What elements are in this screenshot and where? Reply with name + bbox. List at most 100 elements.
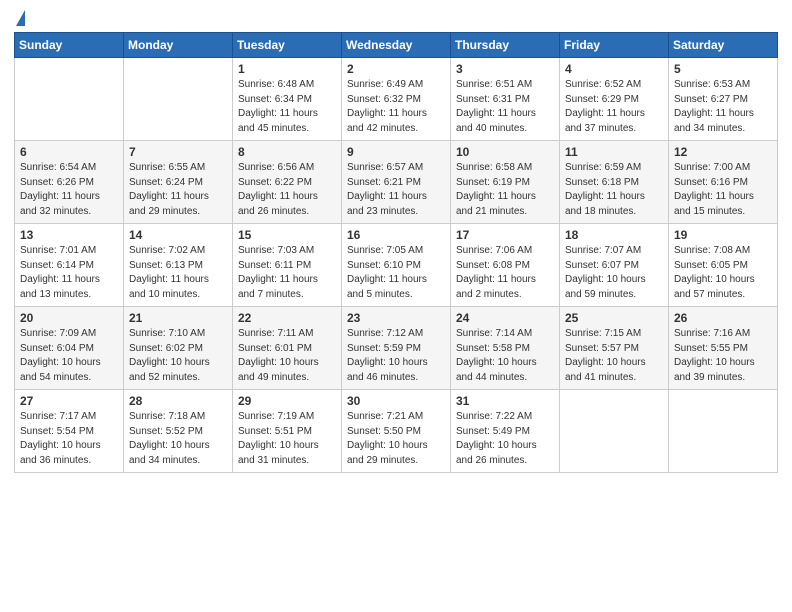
day-number: 29 [238,394,336,408]
calendar-cell: 22 Sunrise: 7:11 AMSunset: 6:01 PMDayligh… [233,307,342,390]
header-cell-friday: Friday [560,33,669,58]
calendar-cell [560,390,669,473]
calendar-body: 1Sunrise: 6:48 AMSunset: 6:34 PMDaylight… [15,58,778,473]
calendar-cell [669,390,778,473]
week-row-3: 13 Sunrise: 7:01 AMSunset: 6:14 PMDayligh… [15,224,778,307]
day-number: 4 [565,62,663,76]
header-cell-tuesday: Tuesday [233,33,342,58]
calendar-cell: 28 Sunrise: 7:18 AMSunset: 5:52 PMDayligh… [124,390,233,473]
day-content: Sunrise: 7:12 AMSunset: 5:59 PMDaylight:… [347,327,445,385]
calendar-cell [15,58,124,141]
day-content: Sunrise: 6:52 AMSunset: 6:29 PMDaylight:… [565,78,663,136]
week-row-5: 27 Sunrise: 7:17 AMSunset: 5:54 PMDayligh… [15,390,778,473]
calendar-cell: 7 Sunrise: 6:55 AMSunset: 6:24 PMDaylight… [124,141,233,224]
calendar-cell: 11Sunrise: 6:59 AMSunset: 6:18 PMDayligh… [560,141,669,224]
calendar-cell: 20Sunrise: 7:09 AMSunset: 6:04 PMDayligh… [15,307,124,390]
header [14,10,778,26]
day-number: 12 [674,145,772,159]
day-number: 24 [456,311,554,325]
day-number: 25 [565,311,663,325]
calendar-cell: 15Sunrise: 7:03 AMSunset: 6:11 PMDayligh… [233,224,342,307]
day-number: 22 [238,311,336,325]
week-row-2: 6Sunrise: 6:54 AMSunset: 6:26 PMDaylight… [15,141,778,224]
header-cell-thursday: Thursday [451,33,560,58]
day-content: Sunrise: 6:49 AMSunset: 6:32 PMDaylight:… [347,78,445,136]
calendar-cell [124,58,233,141]
header-cell-saturday: Saturday [669,33,778,58]
day-number: 23 [347,311,445,325]
calendar-cell: 13 Sunrise: 7:01 AMSunset: 6:14 PMDayligh… [15,224,124,307]
day-content: Sunrise: 7:09 AMSunset: 6:04 PMDaylight:… [20,327,118,385]
day-number: 19 [674,228,772,242]
day-number: 6 [20,145,118,159]
day-content: Sunrise: 7:14 AMSunset: 5:58 PMDaylight:… [456,327,554,385]
calendar-cell: 26 Sunrise: 7:16 AMSunset: 5:55 PMDayligh… [669,307,778,390]
calendar-cell: 31 Sunrise: 7:22 AMSunset: 5:49 PMDayligh… [451,390,560,473]
day-number: 26 [674,311,772,325]
day-content: Sunrise: 6:58 AMSunset: 6:19 PMDaylight:… [456,161,554,219]
logo-triangle-icon [16,10,25,26]
day-content: Sunrise: 7:19 AMSunset: 5:51 PMDaylight:… [238,410,336,468]
calendar-cell: 19 Sunrise: 7:08 AMSunset: 6:05 PMDayligh… [669,224,778,307]
day-content: Sunrise: 7:18 AMSunset: 5:52 PMDaylight:… [129,410,227,468]
day-content: Sunrise: 6:55 AMSunset: 6:24 PMDaylight:… [129,161,227,219]
day-number: 21 [129,311,227,325]
day-number: 2 [347,62,445,76]
calendar-cell: 25 Sunrise: 7:15 AMSunset: 5:57 PMDayligh… [560,307,669,390]
day-content: Sunrise: 7:02 AMSunset: 6:13 PMDaylight:… [129,244,227,302]
day-number: 3 [456,62,554,76]
day-content: Sunrise: 7:21 AMSunset: 5:50 PMDaylight:… [347,410,445,468]
day-number: 31 [456,394,554,408]
day-content: Sunrise: 7:00 AMSunset: 6:16 PMDaylight:… [674,161,772,219]
day-content: Sunrise: 6:51 AMSunset: 6:31 PMDaylight:… [456,78,554,136]
day-content: Sunrise: 7:01 AMSunset: 6:14 PMDaylight:… [20,244,118,302]
day-content: Sunrise: 7:15 AMSunset: 5:57 PMDaylight:… [565,327,663,385]
day-content: Sunrise: 6:53 AMSunset: 6:27 PMDaylight:… [674,78,772,136]
calendar-cell: 10 Sunrise: 6:58 AMSunset: 6:19 PMDayligh… [451,141,560,224]
day-number: 18 [565,228,663,242]
day-number: 17 [456,228,554,242]
calendar-table: SundayMondayTuesdayWednesdayThursdayFrid… [14,32,778,473]
calendar-cell: 5 Sunrise: 6:53 AMSunset: 6:27 PMDaylight… [669,58,778,141]
calendar-cell: 3 Sunrise: 6:51 AMSunset: 6:31 PMDaylight… [451,58,560,141]
day-content: Sunrise: 7:22 AMSunset: 5:49 PMDaylight:… [456,410,554,468]
day-number: 13 [20,228,118,242]
calendar-cell: 18 Sunrise: 7:07 AMSunset: 6:07 PMDayligh… [560,224,669,307]
calendar-header: SundayMondayTuesdayWednesdayThursdayFrid… [15,33,778,58]
day-content: Sunrise: 6:57 AMSunset: 6:21 PMDaylight:… [347,161,445,219]
calendar-cell: 8 Sunrise: 6:56 AMSunset: 6:22 PMDaylight… [233,141,342,224]
calendar-cell: 27 Sunrise: 7:17 AMSunset: 5:54 PMDayligh… [15,390,124,473]
day-number: 5 [674,62,772,76]
day-content: Sunrise: 7:17 AMSunset: 5:54 PMDaylight:… [20,410,118,468]
calendar-cell: 16Sunrise: 7:05 AMSunset: 6:10 PMDayligh… [342,224,451,307]
day-content: Sunrise: 7:11 AMSunset: 6:01 PMDaylight:… [238,327,336,385]
calendar-cell: 4 Sunrise: 6:52 AMSunset: 6:29 PMDaylight… [560,58,669,141]
day-number: 28 [129,394,227,408]
day-content: Sunrise: 7:08 AMSunset: 6:05 PMDaylight:… [674,244,772,302]
day-number: 30 [347,394,445,408]
calendar-cell: 23 Sunrise: 7:12 AMSunset: 5:59 PMDayligh… [342,307,451,390]
calendar-page: SundayMondayTuesdayWednesdayThursdayFrid… [0,0,792,487]
calendar-cell: 2 Sunrise: 6:49 AMSunset: 6:32 PMDaylight… [342,58,451,141]
day-content: Sunrise: 7:10 AMSunset: 6:02 PMDaylight:… [129,327,227,385]
calendar-cell: 17Sunrise: 7:06 AMSunset: 6:08 PMDayligh… [451,224,560,307]
day-number: 8 [238,145,336,159]
header-cell-sunday: Sunday [15,33,124,58]
day-number: 9 [347,145,445,159]
day-number: 1 [238,62,336,76]
calendar-cell: 12 Sunrise: 7:00 AMSunset: 6:16 PMDayligh… [669,141,778,224]
day-number: 7 [129,145,227,159]
day-content: Sunrise: 7:16 AMSunset: 5:55 PMDaylight:… [674,327,772,385]
calendar-cell: 21 Sunrise: 7:10 AMSunset: 6:02 PMDayligh… [124,307,233,390]
day-content: Sunrise: 7:07 AMSunset: 6:07 PMDaylight:… [565,244,663,302]
day-content: Sunrise: 6:56 AMSunset: 6:22 PMDaylight:… [238,161,336,219]
week-row-4: 20Sunrise: 7:09 AMSunset: 6:04 PMDayligh… [15,307,778,390]
day-number: 27 [20,394,118,408]
header-cell-wednesday: Wednesday [342,33,451,58]
day-content: Sunrise: 7:05 AMSunset: 6:10 PMDaylight:… [347,244,445,302]
day-number: 10 [456,145,554,159]
calendar-cell: 30 Sunrise: 7:21 AMSunset: 5:50 PMDayligh… [342,390,451,473]
logo [14,10,25,26]
day-number: 15 [238,228,336,242]
day-number: 11 [565,145,663,159]
